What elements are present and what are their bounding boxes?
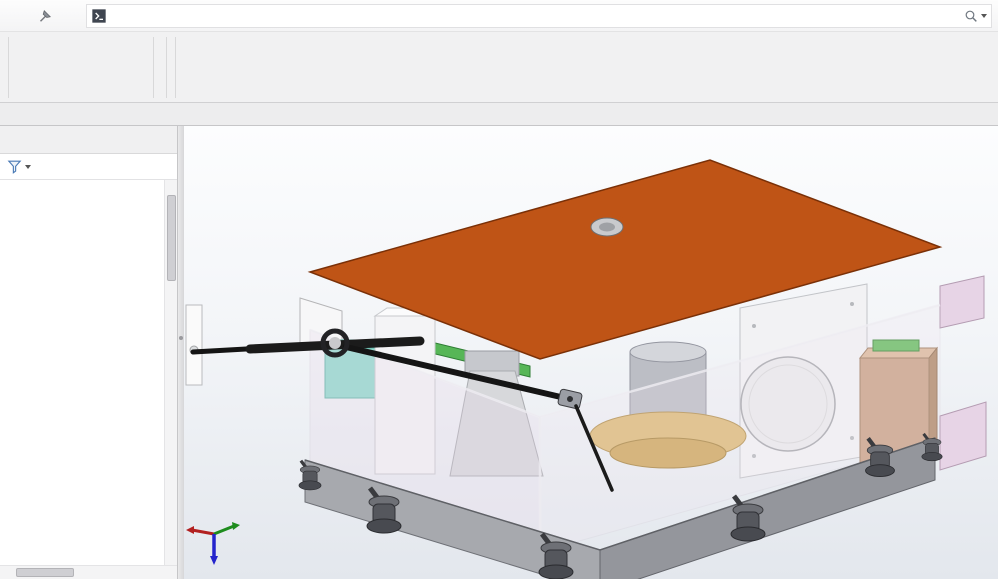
filter-funnel-icon[interactable]: [6, 158, 23, 175]
tree-filter-bar[interactable]: [0, 154, 177, 180]
horizontal-scroll-thumb[interactable]: [16, 568, 74, 577]
tree-horizontal-scrollbar[interactable]: [0, 565, 177, 579]
graphics-viewport[interactable]: [184, 126, 998, 579]
filter-caret[interactable]: [25, 165, 31, 169]
solidworks-window: [0, 0, 998, 579]
feature-manager-panel: [0, 126, 178, 579]
search-prompt-icon: [91, 8, 107, 24]
magnifier-icon[interactable]: [963, 8, 979, 24]
pin-icon[interactable]: [36, 7, 54, 25]
satellite-model[interactable]: [184, 126, 998, 579]
command-search[interactable]: [86, 4, 992, 28]
command-manager-ribbon: [0, 32, 998, 103]
search-dropdown-caret[interactable]: [981, 14, 987, 18]
tree-vertical-scrollbar[interactable]: [164, 180, 177, 565]
reference-triad: [186, 522, 240, 565]
command-tab-row: [0, 103, 998, 126]
feature-tree: [0, 180, 164, 565]
title-bar: [0, 0, 998, 32]
vertical-scroll-thumb[interactable]: [167, 195, 176, 281]
panel-tab-strip: [0, 126, 177, 154]
